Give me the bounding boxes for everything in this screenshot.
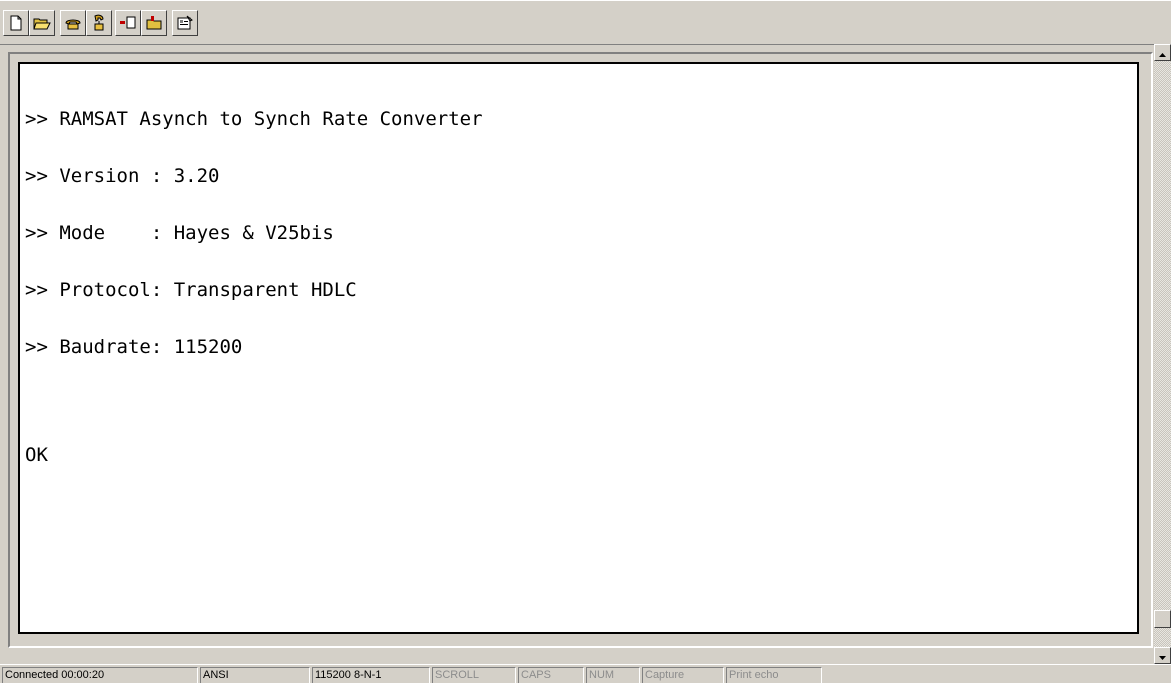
terminal-line: >> Protocol: Transparent HDLC — [25, 279, 357, 301]
status-scroll: SCROLL — [432, 667, 516, 683]
status-bar: Connected 00:00:20 ANSI 115200 8-N-1 SCR… — [0, 664, 1171, 683]
scroll-up-button[interactable] — [1154, 44, 1171, 61]
status-emulation: ANSI — [200, 667, 310, 683]
connect-button[interactable] — [60, 10, 86, 36]
terminal-line: >> Mode : Hayes & V25bis — [25, 222, 334, 244]
arrow-down-icon — [1159, 647, 1166, 665]
send-file-icon — [119, 15, 137, 31]
toolbar — [0, 0, 1171, 45]
toolbar-properties-group — [172, 10, 198, 36]
status-caps: CAPS — [518, 667, 584, 683]
status-connected: Connected 00:00:20 — [2, 667, 198, 683]
status-capture: Capture — [642, 667, 724, 683]
disconnect-button[interactable] — [86, 10, 112, 36]
terminal-output: >> RAMSAT Asynch to Synch Rate Converter… — [20, 64, 1137, 503]
terminal-line: >> RAMSAT Asynch to Synch Rate Converter — [25, 108, 483, 130]
status-num: NUM — [586, 667, 640, 683]
connect-phone-icon — [64, 15, 82, 31]
toolbar-call-group — [60, 10, 112, 36]
status-port-settings: 115200 8-N-1 — [312, 667, 430, 683]
properties-button[interactable] — [172, 10, 198, 36]
toolbar-file-group — [3, 10, 55, 36]
terminal-line: >> Baudrate: 115200 — [25, 336, 243, 358]
terminal-window[interactable]: >> RAMSAT Asynch to Synch Rate Converter… — [18, 62, 1139, 634]
new-document-button[interactable] — [3, 10, 29, 36]
scroll-thumb[interactable] — [1154, 610, 1171, 628]
open-button[interactable] — [29, 10, 55, 36]
open-folder-icon — [33, 15, 51, 31]
receive-file-icon — [145, 15, 163, 31]
receive-button[interactable] — [141, 10, 167, 36]
properties-icon — [176, 15, 194, 31]
terminal-line: >> Version : 3.20 — [25, 165, 220, 187]
disconnect-phone-icon — [90, 14, 108, 32]
terminal-line: OK — [25, 444, 48, 466]
new-document-icon — [8, 15, 24, 31]
vertical-scrollbar[interactable] — [1154, 44, 1171, 664]
arrow-up-icon — [1159, 44, 1166, 62]
toolbar-transfer-group — [115, 10, 167, 36]
scroll-down-button[interactable] — [1154, 647, 1171, 664]
status-print-echo: Print echo — [726, 667, 822, 683]
send-button[interactable] — [115, 10, 141, 36]
